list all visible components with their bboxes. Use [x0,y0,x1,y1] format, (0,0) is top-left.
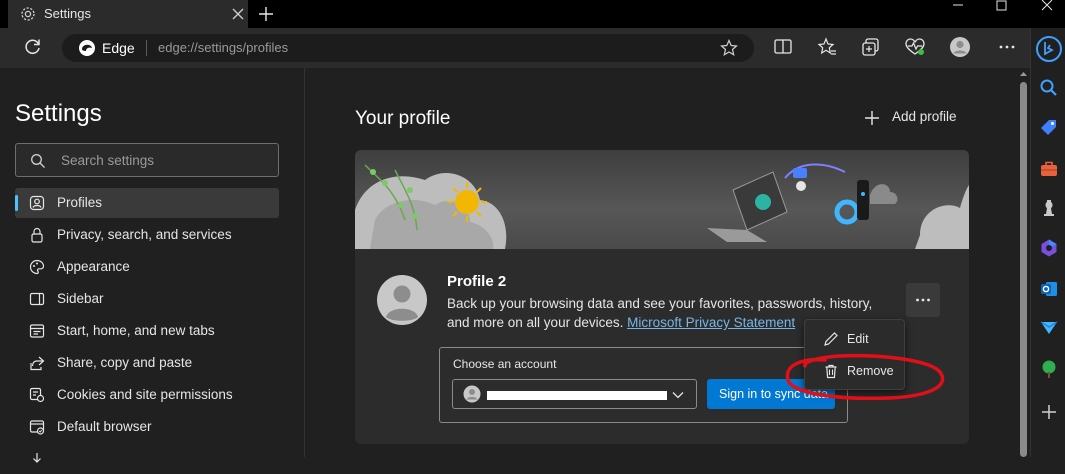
search-placeholder: Search settings [61,153,155,168]
download-icon [33,453,41,463]
split-screen-icon[interactable] [772,36,794,58]
sidebar-icon [29,292,45,306]
banner-illustration [355,163,969,249]
pencil-icon [824,332,838,346]
lock-icon [31,227,43,243]
sidebar-item-label: Profiles [57,195,103,210]
address-brand: Edge [102,40,135,56]
search-icon [31,154,45,168]
profile-description-line2: and more on all your devices. Microsoft … [447,315,795,330]
games-icon[interactable] [1039,199,1059,219]
browser-icon [29,420,45,435]
address-bar[interactable]: Edge edge://settings/profiles [62,34,754,62]
favorites-icon[interactable] [816,36,838,58]
redacted-account-email [487,391,667,400]
send-icon[interactable] [1039,318,1059,338]
sidebar-item-label: Cookies and site permissions [57,387,233,402]
tab-title: Settings [44,6,91,21]
minimize-icon[interactable] [935,0,981,12]
sidebar-item-label: Sidebar [57,291,104,306]
profile-name: Profile 2 [447,273,507,290]
sidebar-item-downloads[interactable] [15,444,279,474]
refresh-icon[interactable] [22,36,44,58]
profile-more-button[interactable] [906,283,940,317]
address-divider [146,40,147,56]
settings-sidebar: Settings Search settings Profiles Privac… [0,68,305,463]
sidebar-item-profiles[interactable]: Profiles [15,188,279,218]
sidebar-item-label: Share, copy and paste [57,355,193,370]
account-avatar-icon [463,385,481,403]
maximize-icon[interactable] [979,0,1025,12]
cookies-icon [29,387,45,403]
search-input[interactable]: Search settings [15,143,279,177]
favorite-star-icon[interactable] [720,39,738,57]
toolbar: Edge edge://settings/profiles [0,28,1065,68]
profile-description-text: and more on all your devices. [447,315,628,330]
red-highlight-annotation [785,353,945,401]
sidebar-item-label: Default browser [57,419,152,434]
title-bar: Settings [0,0,1065,28]
sidebar-item-cookies[interactable]: Cookies and site permissions [15,380,279,410]
sidebar-item-label: Appearance [57,259,130,274]
avatar[interactable] [949,36,971,58]
search-icon[interactable] [1039,78,1059,98]
browser-essentials-icon[interactable] [904,36,926,58]
section-heading: Your profile [355,108,451,129]
close-tab-icon[interactable] [230,6,246,22]
home-tabs-icon [29,324,45,338]
bing-chat-icon[interactable] [1036,36,1062,62]
address-url[interactable]: edge://settings/profiles [158,40,288,55]
plus-icon [865,111,879,125]
outlook-icon[interactable] [1039,279,1059,299]
profile-avatar [377,275,427,325]
scrollbar-thumb[interactable] [1020,82,1027,457]
sidebar-item-privacy[interactable]: Privacy, search, and services [15,220,279,250]
sidebar-item-start-home[interactable]: Start, home, and new tabs [15,316,279,346]
tab-settings[interactable]: Settings [8,0,248,28]
sidebar-item-appearance[interactable]: Appearance [15,252,279,282]
profile-description: Back up your browsing data and see your … [447,296,873,311]
page-title: Settings [15,100,102,127]
close-window-icon[interactable] [1023,0,1065,12]
new-tab-icon[interactable] [256,4,276,24]
sidebar-item-share[interactable]: Share, copy and paste [15,348,279,378]
profile-banner-image [355,150,969,249]
collections-icon[interactable] [860,36,882,58]
edge-logo-icon [79,40,95,56]
tree-icon[interactable] [1039,359,1059,379]
microsoft-365-icon[interactable] [1039,238,1059,258]
more-options-icon [916,298,930,302]
choose-account-label: Choose an account [453,357,557,371]
scroll-up-icon[interactable] [1019,70,1028,78]
gear-icon [21,7,35,21]
sidebar-item-default-browser[interactable]: Default browser [15,412,279,442]
sidebar-item-label: Privacy, search, and services [57,227,232,242]
profiles-icon [29,195,45,211]
menu-item-label: Edit [847,332,869,346]
add-sidebar-app-icon[interactable] [1039,402,1059,422]
palette-icon [29,259,45,275]
add-profile-button[interactable]: Add profile [862,106,962,130]
sidebar-item-sidebar[interactable]: Sidebar [15,284,279,314]
share-icon [30,356,45,371]
tools-icon[interactable] [1039,159,1059,179]
chevron-down-icon [672,392,684,399]
sidebar-item-label: Start, home, and new tabs [57,323,215,338]
add-profile-label: Add profile [892,109,957,124]
shopping-icon[interactable] [1039,118,1059,138]
more-options-icon[interactable] [996,36,1018,58]
privacy-statement-link[interactable]: Microsoft Privacy Statement [627,315,795,330]
